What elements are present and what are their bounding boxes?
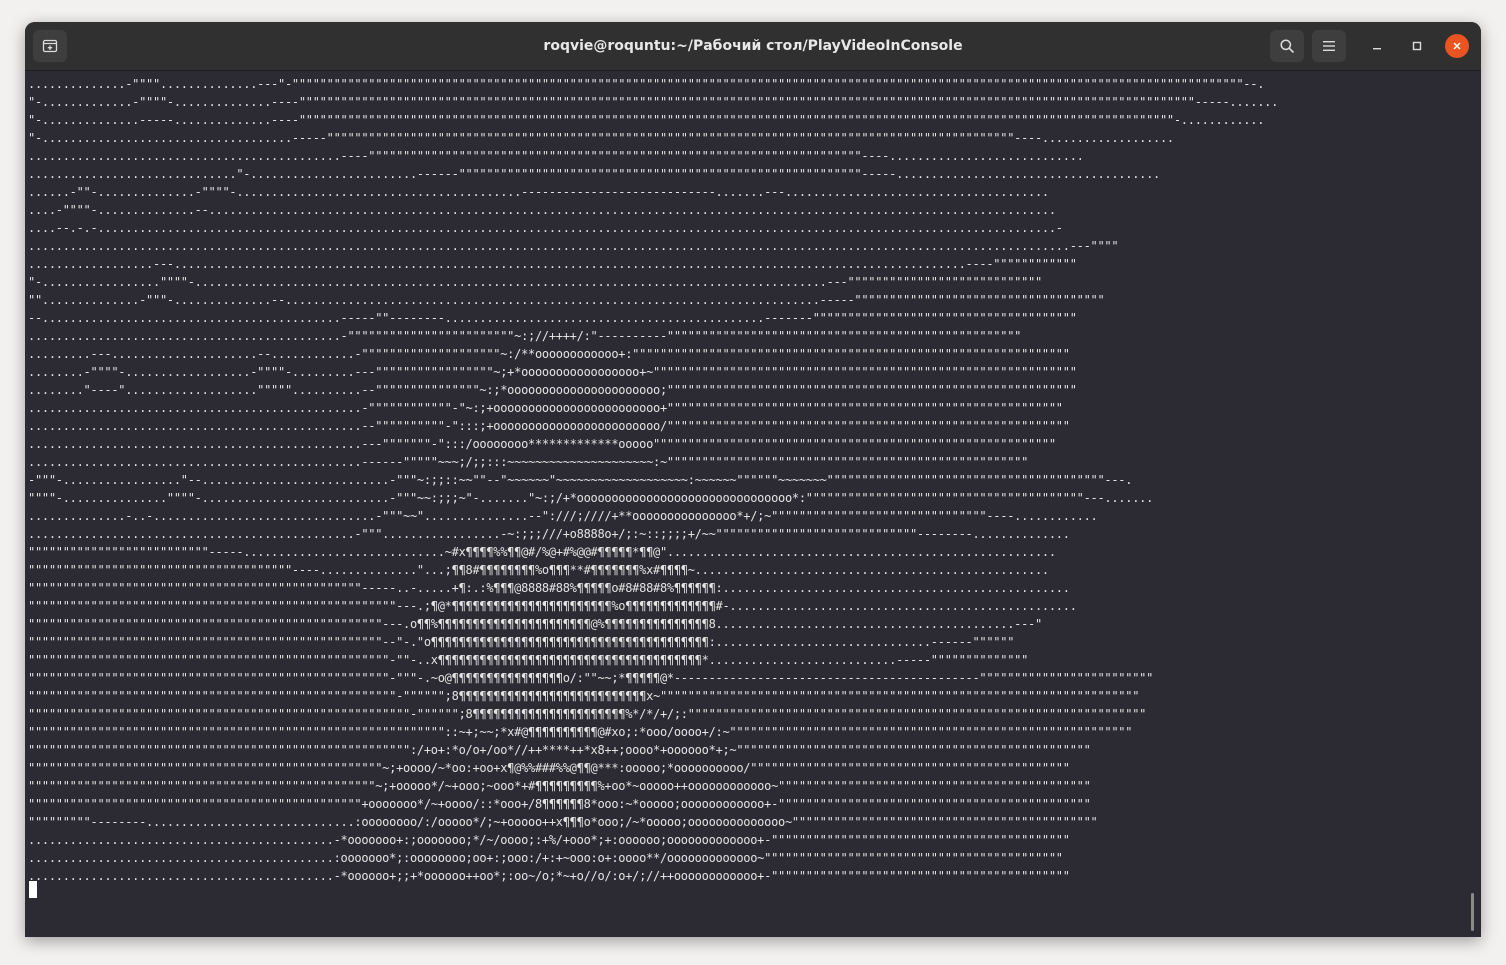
minimize-icon [1373,48,1381,50]
maximize-button[interactable] [1405,34,1429,58]
new-tab-icon [42,39,58,53]
terminal-line: "-.................""""-................… [28,275,1042,289]
terminal-line: """"""""""""""""""""""""""""""""""""""""… [28,743,1091,757]
terminal-line: ........................................… [28,419,1070,433]
terminal-line: -"""-................."--...............… [28,473,1133,487]
terminal-area[interactable]: ..............-""""..............---"-""… [25,71,1481,937]
terminal-line: ........................................… [28,149,1084,163]
terminal-line: ..............-..-......................… [28,509,1098,523]
terminal-line: "-.............-""""-..............----"… [28,95,1279,109]
scrollbar[interactable] [1471,893,1474,931]
close-button[interactable] [1445,34,1469,58]
minimize-button[interactable] [1365,34,1389,58]
title-bar[interactable]: roqvie@roquntu:~/Рабочий стол/PlayVideoI… [25,22,1481,71]
menu-button[interactable] [1312,30,1346,62]
window-title: roqvie@roquntu:~/Рабочий стол/PlayVideoI… [543,38,963,54]
hamburger-menu-icon [1323,41,1335,51]
terminal-line: """"""""""""""""""""""""""""""""""""""""… [28,599,1077,613]
search-icon [1280,39,1294,53]
terminal-line: """"""""""""""""""""""""""""""""""""""""… [28,707,1147,721]
terminal-line: ........................................… [28,329,1022,343]
terminal-line: """"""""""""""""""""""""""""""""""""""""… [28,779,1091,793]
terminal-line: ........................................… [28,527,1070,541]
terminal-line: --......................................… [28,311,1077,325]
terminal-line: """""""""--------.......................… [28,815,1098,829]
terminal-output: ..............-""""..............---"-""… [28,75,1278,885]
terminal-line: """"""""""""""""""""""""""""""""""""""""… [28,797,1091,811]
close-icon [1453,42,1461,50]
search-button[interactable] [1270,30,1304,62]
terminal-line: "-....................................--… [28,131,1174,145]
terminal-line: ........................................… [28,455,1029,469]
terminal-line: """"""""""""""""""""""""""""""""""""""""… [28,671,1154,685]
terminal-line: ..................---...................… [28,257,1077,271]
terminal-line: """"""""""""""""""""""""""""""""""""""--… [28,563,1049,577]
terminal-line: ........"----"..................."""""..… [28,383,1077,397]
terminal-line: """"""""""""""""""""""""""""""""""""""""… [28,635,1015,649]
maximize-icon [1412,41,1422,51]
terminal-line: ........................................… [28,239,1119,253]
terminal-line: .........---.....................--.....… [28,347,1070,361]
terminal-line: ........................................… [28,851,1063,865]
terminal-line: "-..............-----..............----"… [28,113,1265,127]
terminal-line: ........................................… [28,437,1056,451]
terminal-line: ......-""-..............-""""-..........… [28,185,1049,199]
terminal-line: ..............-""""..............---"-""… [28,77,1265,91]
terminal-line: """"""""""""""""""""""""""""""""""""""""… [28,689,1140,703]
text-cursor [29,881,37,898]
new-tab-button[interactable] [33,30,67,62]
terminal-window: roqvie@roquntu:~/Рабочий стол/PlayVideoI… [25,22,1481,937]
terminal-line: ........................................… [28,833,1070,847]
terminal-line: """"""""""""""""""""""""""""""""""""""""… [28,725,1133,739]
terminal-line: """"""""""""""""""""""""""""""""""""""""… [28,653,1029,667]
terminal-line: """"""""""""""""""""""""""""""""""""""""… [28,617,1042,631]
terminal-line: """"""""""""""""""""""""""-----.........… [28,545,1056,559]
terminal-line: ""..............-"""-..............--...… [28,293,1105,307]
terminal-line: .............................."-........… [28,167,1160,181]
terminal-line: """"""""""""""""""""""""""""""""""""""""… [28,761,1070,775]
terminal-line: ........................................… [28,401,1063,415]
terminal-line: ........................................… [28,869,1070,883]
terminal-line: """"-...............""""-...............… [28,491,1154,505]
terminal-line: ........-""""-..................-""""-..… [28,365,1077,379]
terminal-line: """"""""""""""""""""""""""""""""""""""""… [28,581,1070,595]
terminal-line: ....-""""-..............--..............… [28,203,1056,217]
terminal-line: ....--.-.-..............................… [28,221,1063,235]
